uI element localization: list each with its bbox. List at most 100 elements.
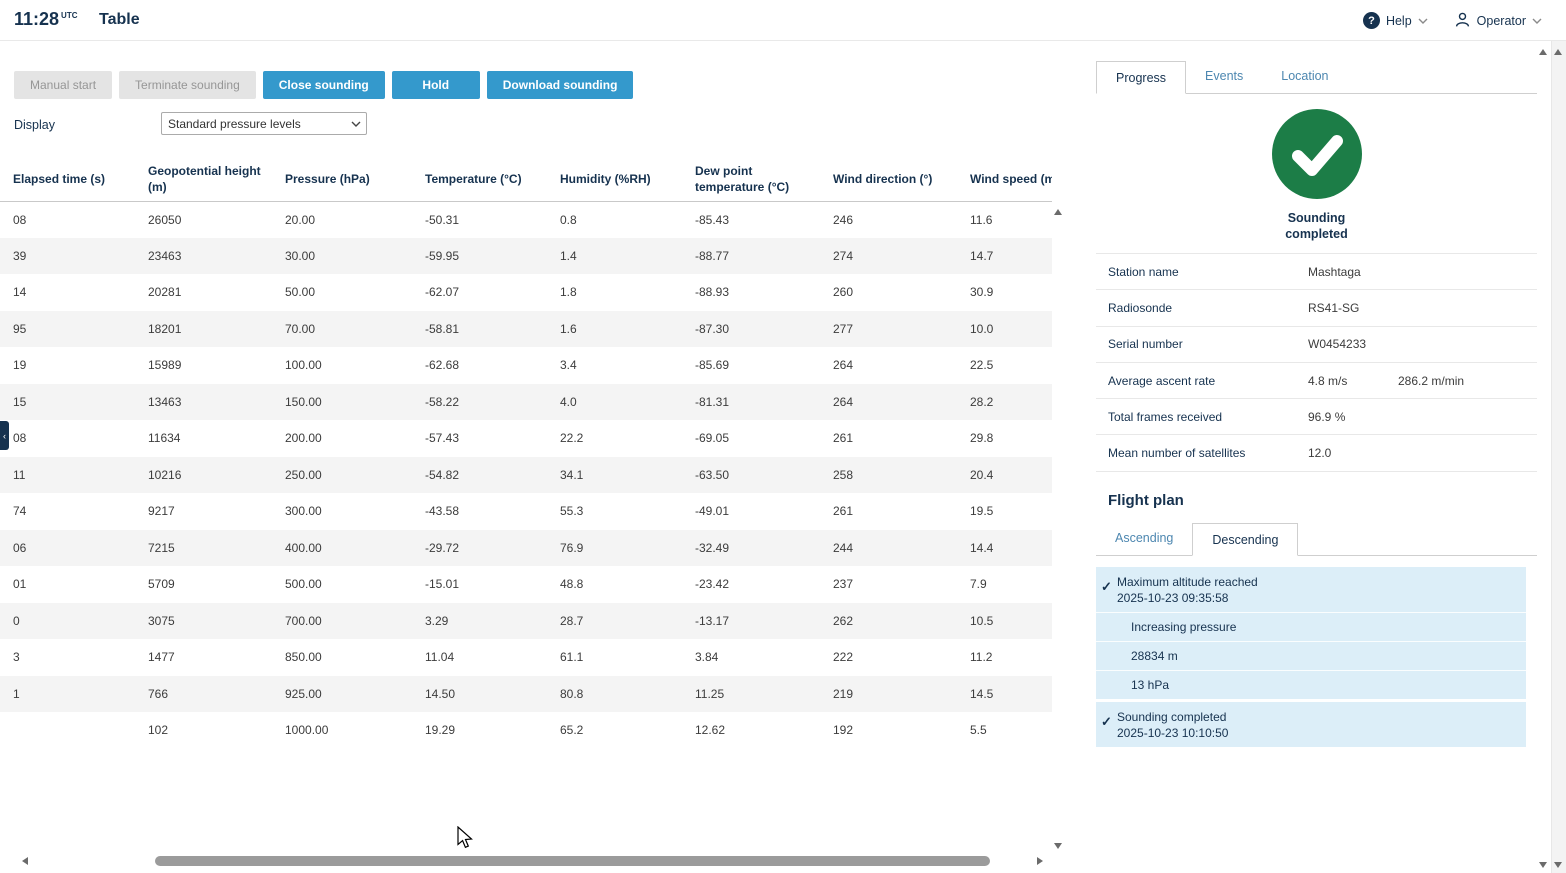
table-cell: 14.4 — [970, 540, 994, 555]
toolbar: Manual start Terminate sounding Close so… — [14, 71, 634, 99]
sounding-completed-icon — [1271, 108, 1363, 200]
sounding-table-panel: Manual start Terminate sounding Close so… — [0, 41, 1081, 873]
info-value: W0454233 — [1308, 337, 1367, 352]
table-cell: 4.0 — [560, 394, 577, 409]
scroll-left-arrow-icon[interactable] — [22, 857, 28, 865]
table-cell: 258 — [833, 467, 854, 482]
table-row[interactable]: 19 15989 100.00 -62.68 3.4 -85.69 264 22.5 — [0, 347, 1052, 384]
col-temperature: Temperature (°C) — [412, 158, 547, 202]
chevron-down-icon — [1418, 18, 1428, 24]
table-row[interactable]: 3 1477 850.00 11.04 61.1 3.84 222 11.2 — [0, 639, 1052, 676]
page-vertical-scrollbar[interactable] — [1551, 41, 1566, 873]
table-cell: 246 — [833, 212, 854, 227]
table-cell: 20.4 — [970, 467, 994, 482]
table-row[interactable]: 01 5709 500.00 -15.01 48.8 -23.42 237 7.9 — [0, 566, 1052, 603]
page-title: Table — [99, 11, 140, 28]
table-row[interactable]: 1 766 925.00 14.50 80.8 11.25 219 14.5 — [0, 675, 1052, 712]
operator-menu[interactable]: Operator — [1454, 11, 1542, 31]
table-cell: -62.07 — [425, 285, 460, 300]
table-cell: 700.00 — [285, 613, 322, 628]
col-humidity: Humidity (%RH) — [547, 158, 682, 202]
table-row[interactable]: 14 20281 50.00 -62.07 1.8 -88.93 260 30.9 — [0, 274, 1052, 311]
table-row[interactable]: 74 9217 300.00 -43.58 55.3 -49.01 261 19.5 — [0, 493, 1052, 530]
table-cell: 12.62 — [695, 723, 726, 738]
table-cell: 9217 — [148, 504, 175, 519]
data-table-wrap: Elapsed time (s) Geopotential height (m)… — [0, 158, 1052, 749]
table-cell: -62.68 — [425, 358, 460, 373]
info-row-satellites: Mean number of satellites 12.0 — [1096, 435, 1537, 472]
table-row[interactable]: 102 1000.00 19.29 65.2 12.62 192 5.5 — [0, 712, 1052, 749]
table-cell: 219 — [833, 686, 854, 701]
user-icon — [1454, 11, 1471, 31]
help-menu[interactable]: ? Help — [1362, 12, 1428, 29]
table-row[interactable]: 39 23463 30.00 -59.95 1.4 -88.77 274 14.7 — [0, 237, 1052, 274]
table-cell: 766 — [148, 686, 169, 701]
info-label: Average ascent rate — [1108, 373, 1216, 388]
event-detail: 28834 m — [1096, 640, 1526, 670]
tab-descending[interactable]: Descending — [1192, 522, 1299, 556]
table-cell: 08 — [13, 212, 27, 227]
col-geo-height: Geopotential height (m) — [135, 158, 272, 202]
hold-button[interactable]: Hold — [391, 71, 480, 99]
scroll-right-arrow-icon[interactable] — [1037, 857, 1043, 865]
scroll-down-arrow-icon[interactable] — [1054, 843, 1062, 849]
table-cell: 28.7 — [560, 613, 584, 628]
scroll-down-arrows[interactable] — [1539, 862, 1562, 868]
table-cell: -43.58 — [425, 504, 460, 519]
table-cell: 28.2 — [970, 394, 994, 409]
table-cell: 01 — [13, 577, 27, 592]
table-cell: 3.4 — [560, 358, 577, 373]
scroll-down-arrow-icon[interactable] — [1554, 862, 1562, 868]
table-row[interactable]: 08 11634 200.00 -57.43 22.2 -69.05 261 29.8 — [0, 420, 1052, 457]
display-select-control[interactable]: Standard pressure levels — [161, 112, 367, 135]
table-cell: -58.81 — [425, 321, 460, 336]
horizontal-scroll-thumb[interactable] — [155, 856, 990, 866]
table-cell: 11634 — [148, 431, 181, 446]
scroll-down-arrow-icon[interactable] — [1539, 862, 1547, 868]
table-cell: 23463 — [148, 248, 182, 263]
event-max-altitude: ✓ Maximum altitude reached 2025-10-23 09… — [1096, 566, 1526, 699]
table-horizontal-scrollbar[interactable] — [0, 854, 1052, 868]
panel-collapse-handle[interactable]: ‹ — [0, 421, 9, 450]
info-value: Mashtaga — [1308, 264, 1361, 279]
table-row[interactable]: 0 3075 700.00 3.29 28.7 -13.17 262 10.5 — [0, 602, 1052, 639]
table-vertical-scrollbar[interactable] — [1050, 201, 1066, 853]
sounding-info-list: Station name Mashtaga Radiosonde RS41-SG… — [1096, 253, 1537, 472]
table-cell: 20.00 — [285, 212, 316, 227]
table-cell: 260 — [833, 285, 854, 300]
table-row[interactable]: 95 18201 70.00 -58.81 1.6 -87.30 277 10.0 — [0, 310, 1052, 347]
manual-start-button[interactable]: Manual start — [14, 71, 113, 99]
info-label: Station name — [1108, 264, 1179, 279]
display-select[interactable]: Standard pressure levels — [161, 112, 367, 135]
tab-location[interactable]: Location — [1262, 60, 1347, 93]
event-detail: 13 hPa — [1096, 669, 1526, 699]
table-cell: 300.00 — [285, 504, 322, 519]
table-cell: 13463 — [148, 394, 182, 409]
scroll-up-arrows[interactable] — [1539, 49, 1562, 55]
download-sounding-button[interactable]: Download sounding — [486, 71, 634, 99]
terminate-sounding-button[interactable]: Terminate sounding — [119, 71, 256, 99]
info-value: 12.0 — [1308, 446, 1332, 461]
table-cell: 22.5 — [970, 358, 994, 373]
table-row[interactable]: 06 7215 400.00 -29.72 76.9 -32.49 244 14.4 — [0, 529, 1052, 566]
close-sounding-button[interactable]: Close sounding — [262, 71, 385, 99]
scroll-up-arrow-icon[interactable] — [1054, 209, 1062, 215]
scroll-up-arrow-icon[interactable] — [1554, 49, 1562, 55]
table-cell: -13.17 — [695, 613, 730, 628]
tab-progress[interactable]: Progress — [1096, 61, 1187, 94]
table-row[interactable]: 08 26050 20.00 -50.31 0.8 -85.43 246 11.6 — [0, 201, 1052, 238]
top-right-menus: ? Help Operator — [1362, 0, 1542, 41]
table-cell: -58.22 — [425, 394, 460, 409]
table-cell — [0, 712, 135, 749]
table-row[interactable]: 15 13463 150.00 -58.22 4.0 -81.31 264 28.2 — [0, 383, 1052, 420]
table-row[interactable]: 11 10216 250.00 -54.82 34.1 -63.50 258 20.4 — [0, 456, 1052, 493]
table-cell: -85.43 — [695, 212, 730, 227]
scroll-up-arrow-icon[interactable] — [1539, 49, 1547, 55]
tab-events[interactable]: Events — [1186, 60, 1262, 93]
event-sounding-completed: ✓ Sounding completed 2025-10-23 10:10:50 — [1096, 701, 1526, 747]
table-cell: 150.00 — [285, 394, 322, 409]
table-cell: -63.50 — [695, 467, 730, 482]
table-cell: -32.49 — [695, 540, 730, 555]
table-body: 08 26050 20.00 -50.31 0.8 -85.43 246 11.6 39 2346… — [0, 201, 1052, 749]
tab-ascending[interactable]: Ascending — [1096, 522, 1192, 555]
